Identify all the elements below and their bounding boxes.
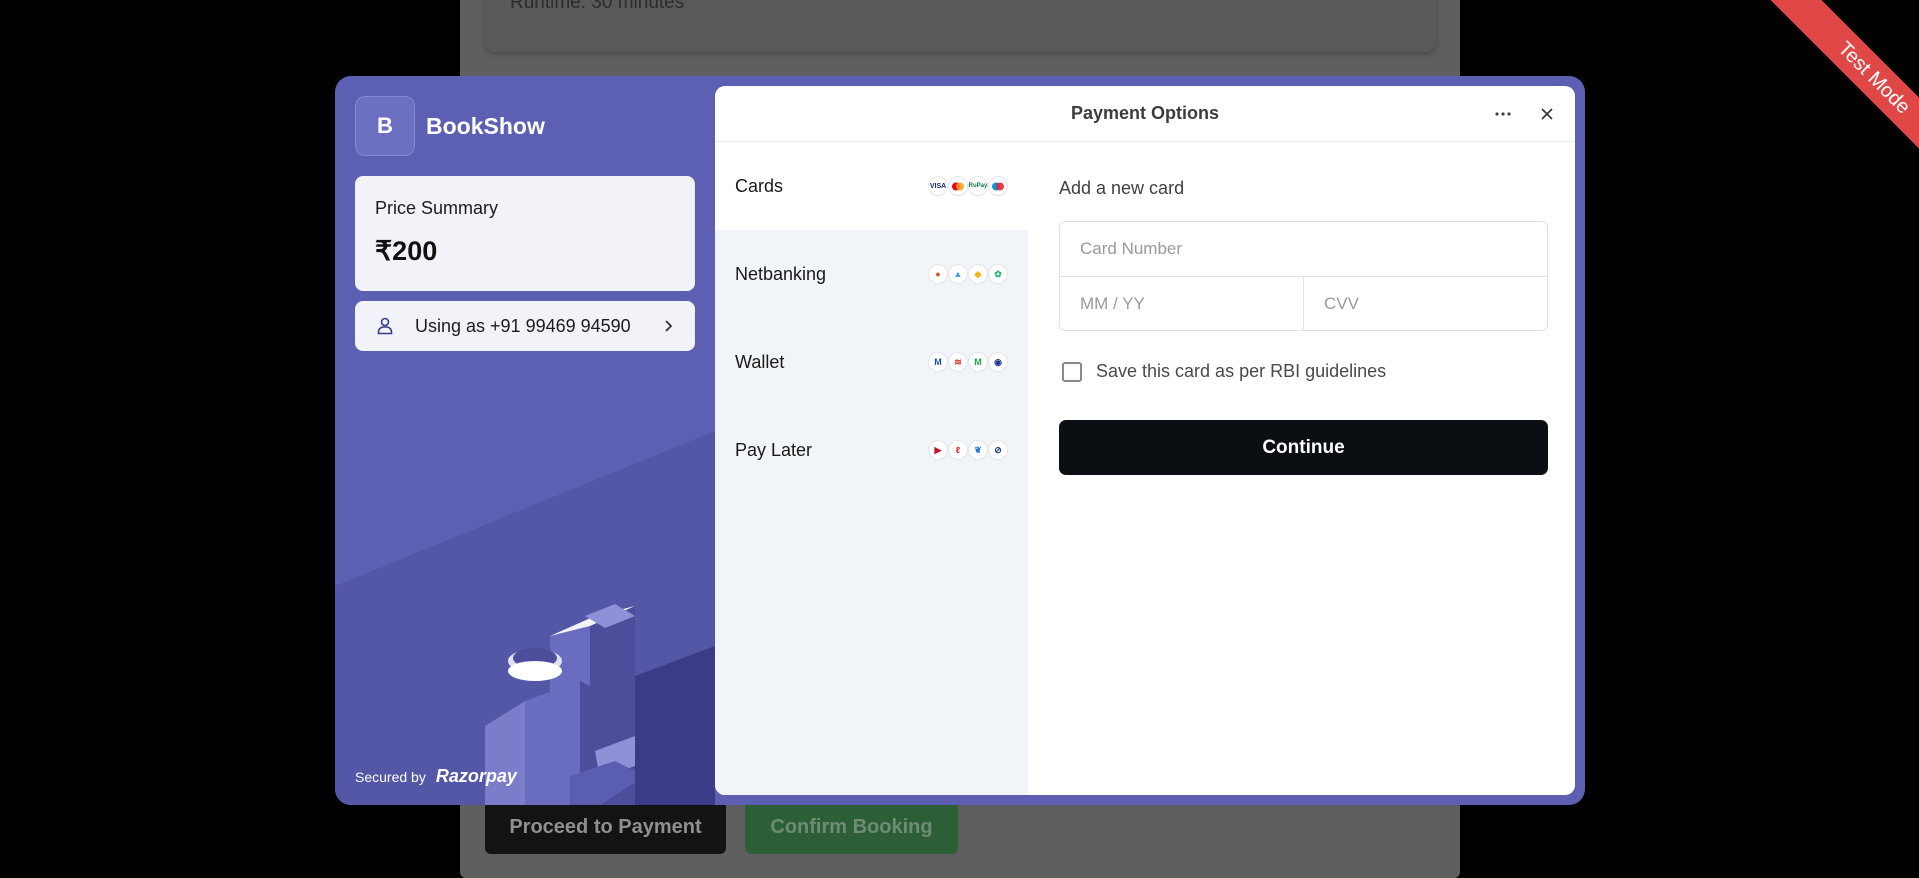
merchant-logo: B — [355, 96, 415, 156]
save-card-checkbox[interactable] — [1062, 361, 1082, 382]
method-netbanking[interactable]: Netbanking ● ▲ ◆ ✿ — [715, 230, 1028, 318]
merchant-brand: B BookShow — [355, 96, 545, 156]
payment-panel: Payment Options Cards VISA RuPay Netbank… — [715, 86, 1575, 795]
wallet-logo-icon: ≋ — [948, 352, 968, 372]
wallet-logo-icon: M — [928, 352, 948, 372]
bank-logo-icon: ✿ — [988, 264, 1008, 284]
close-icon — [1541, 108, 1553, 120]
bank-logo-icon: ● — [928, 264, 948, 284]
visa-icon: VISA — [928, 176, 948, 196]
price-summary-label: Price Summary — [375, 198, 499, 218]
bank-logo-icon: ◆ — [968, 264, 988, 284]
card-network-logos: VISA RuPay — [928, 176, 1008, 196]
expiry-input[interactable]: MM / YY — [1060, 277, 1303, 330]
wallet-logos: M ≋ M ◉ — [928, 352, 1008, 372]
card-form: Add a new card Card Number MM / YY CVV S… — [1059, 142, 1549, 475]
payment-methods-list: Cards VISA RuPay Netbanking ● ▲ ◆ ✿ Wall… — [715, 142, 1028, 795]
proceed-to-payment-button: Proceed to Payment — [485, 800, 726, 854]
user-contact-label: Using as +91 99469 94590 — [415, 315, 631, 336]
merchant-name: BookShow — [426, 112, 545, 139]
method-wallet[interactable]: Wallet M ≋ M ◉ — [715, 318, 1028, 406]
bank-logos: ● ▲ ◆ ✿ — [928, 264, 1008, 284]
panel-header: Payment Options — [715, 86, 1575, 142]
wallet-logo-icon: M — [968, 352, 988, 372]
panel-title: Payment Options — [1070, 103, 1220, 123]
continue-button[interactable]: Continue — [1059, 420, 1548, 475]
bank-logo-icon: ▲ — [948, 264, 968, 284]
paylater-logo-icon: ℓ — [948, 440, 968, 460]
save-card-label: Save this card as per RBI guidelines — [1096, 361, 1387, 381]
paylater-logo-icon: ❦ — [968, 440, 988, 460]
confirm-booking-button: Confirm Booking — [745, 800, 958, 854]
isometric-buildings-illustration — [485, 604, 715, 805]
method-label: Netbanking — [735, 263, 827, 284]
method-label: Wallet — [735, 351, 785, 372]
price-amount: ₹200 — [375, 236, 438, 266]
card-input-group: Card Number MM / YY CVV — [1059, 221, 1548, 331]
paylater-logo-icon: ▶ — [928, 440, 948, 460]
secured-by-footer: Secured by Razorpay — [355, 766, 517, 787]
rupay-icon: RuPay — [968, 176, 988, 196]
price-summary-card: Price Summary ₹200 — [355, 176, 695, 291]
user-contact-button[interactable]: Using as +91 99469 94590 — [355, 301, 695, 351]
card-form-title: Add a new card — [1059, 178, 1185, 198]
cvv-input[interactable]: CVV — [1303, 277, 1547, 330]
save-card-row: Save this card as per RBI guidelines — [1059, 361, 1549, 382]
method-label: Pay Later — [735, 439, 813, 460]
secured-by-text: Secured by — [355, 768, 426, 785]
method-label: Cards — [735, 175, 784, 196]
paylater-logo-icon: ⊘ — [988, 440, 1008, 460]
close-button[interactable] — [1537, 104, 1557, 124]
test-mode-label: Test Mode — [1762, 0, 1919, 175]
mastercard-icon — [948, 176, 968, 196]
chevron-right-icon — [665, 320, 673, 332]
card-number-input[interactable]: Card Number — [1060, 222, 1547, 276]
razorpay-logo: Razorpay — [435, 766, 517, 786]
wallet-logo-icon: ◉ — [988, 352, 1008, 372]
more-horizontal-icon — [1495, 112, 1511, 116]
maestro-icon — [988, 176, 1008, 196]
paylater-logos: ▶ ℓ ❦ ⊘ — [928, 440, 1008, 460]
person-icon — [377, 317, 393, 335]
checkout-modal: B BookShow Price Summary ₹200 Using as +… — [335, 76, 1585, 805]
background-runtime-text: Runtime: 30 minutes — [510, 0, 685, 13]
method-cards[interactable]: Cards VISA RuPay — [715, 142, 1028, 230]
merchant-sidebar: B BookShow Price Summary ₹200 Using as +… — [335, 76, 715, 805]
test-mode-ribbon: Test Mode — [1749, 0, 1919, 175]
more-options-button[interactable] — [1493, 104, 1513, 124]
method-pay-later[interactable]: Pay Later ▶ ℓ ❦ ⊘ — [715, 406, 1028, 494]
